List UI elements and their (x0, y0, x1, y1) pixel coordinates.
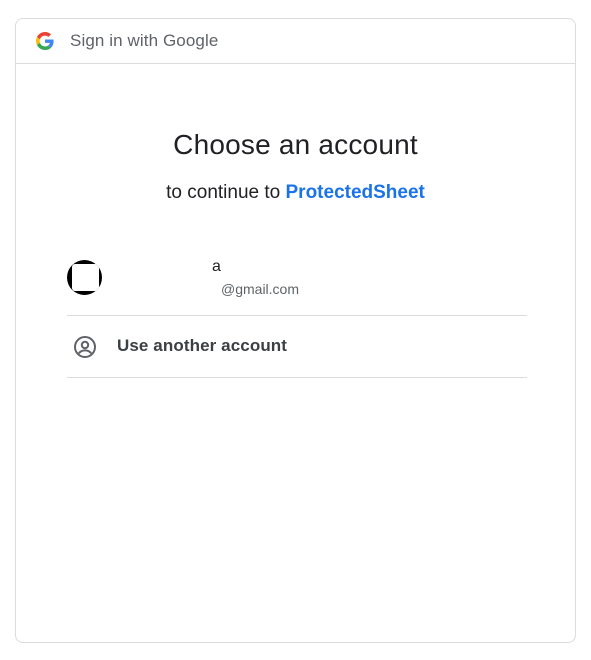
google-g-icon (36, 32, 54, 50)
app-name-link[interactable]: ProtectedSheet (286, 182, 425, 203)
use-another-account-label: Use another account (117, 336, 288, 355)
avatar (67, 260, 102, 295)
subheading-prefix: to continue to (166, 182, 286, 203)
use-another-account-button[interactable]: Use another account (67, 316, 527, 378)
page-heading: Choose an account (173, 129, 418, 160)
header-title: Sign in with Google (70, 31, 219, 50)
account-name: a (212, 258, 221, 275)
subheading: to continue to ProtectedSheet (16, 182, 575, 204)
account-email: @gmail.com (221, 281, 300, 297)
account-circle-icon (74, 336, 96, 358)
avatar-redaction (72, 264, 99, 291)
account-list: a @gmail.com Use another account (67, 245, 527, 378)
account-row[interactable]: a @gmail.com (67, 245, 527, 316)
card-header: Sign in with Google (16, 19, 575, 64)
sign-in-card: Sign in with Google Choose an account to… (15, 18, 576, 643)
